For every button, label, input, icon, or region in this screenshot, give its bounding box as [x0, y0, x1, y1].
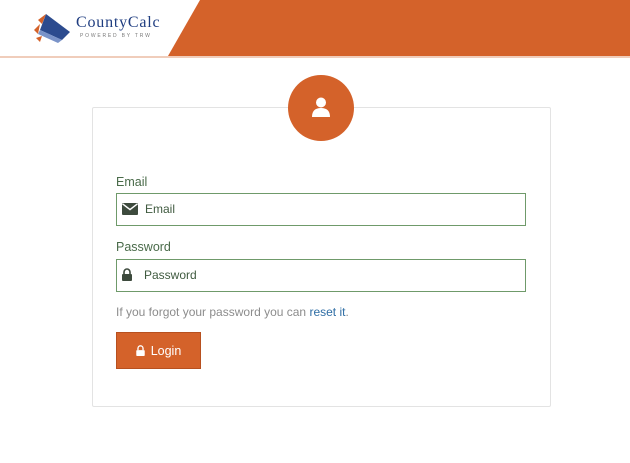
user-icon — [312, 97, 330, 117]
password-field[interactable] — [116, 259, 526, 292]
lock-icon — [135, 345, 145, 356]
envelope-icon — [122, 203, 138, 215]
countycalc-logo-icon — [34, 14, 70, 43]
password-label: Password — [116, 240, 171, 254]
logo[interactable]: CountyCalc POWERED BY TRW — [0, 0, 200, 56]
logo-tagline: POWERED BY TRW — [80, 33, 152, 39]
login-button[interactable]: Login — [116, 332, 201, 369]
reset-password-link[interactable]: reset it — [309, 305, 345, 319]
header-divider — [0, 56, 630, 58]
email-input[interactable] — [145, 194, 485, 224]
forgot-password-suffix: . — [345, 305, 349, 319]
avatar — [288, 75, 354, 141]
lock-icon — [122, 268, 132, 281]
email-label: Email — [116, 175, 148, 189]
top-header-bar: CountyCalc POWERED BY TRW — [0, 0, 630, 56]
login-button-label: Login — [150, 343, 182, 358]
password-input[interactable] — [144, 260, 484, 290]
logo-wordmark: CountyCalc — [76, 14, 161, 31]
forgot-password-message: If you forgot your password you can — [116, 305, 307, 319]
email-field[interactable] — [116, 193, 526, 226]
forgot-password-text: If you forgot your password you can rese… — [116, 305, 349, 319]
